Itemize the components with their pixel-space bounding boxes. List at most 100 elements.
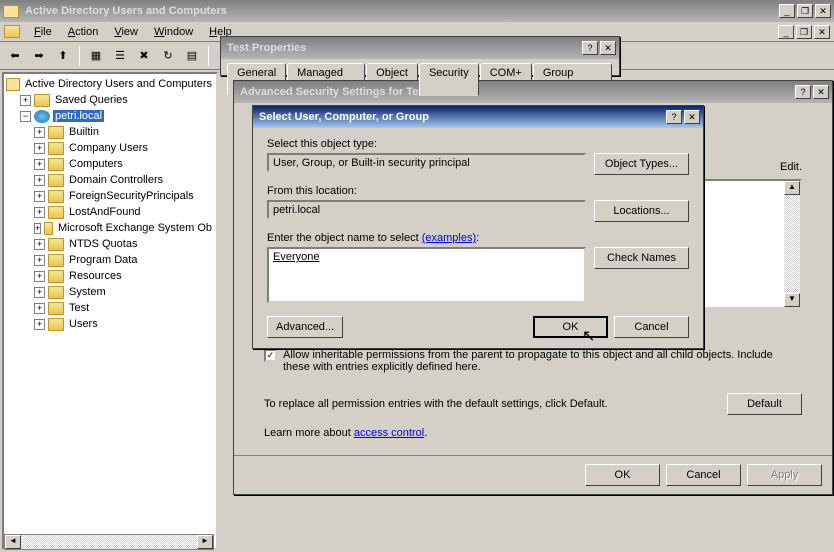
menu-window[interactable]: Window bbox=[146, 24, 201, 40]
select-ok-button[interactable]: OK bbox=[533, 316, 608, 338]
menu-view[interactable]: View bbox=[106, 24, 146, 40]
tree-toggle-icon[interactable]: + bbox=[34, 271, 45, 282]
mdi-restore-button[interactable]: ❐ bbox=[796, 25, 812, 39]
select-cancel-button[interactable]: Cancel bbox=[614, 316, 689, 338]
tree-item[interactable]: + Test bbox=[34, 300, 214, 316]
select-object-dialog: Select User, Computer, or Group ? ✕ Sele… bbox=[252, 105, 704, 349]
tree-toggle-icon[interactable]: + bbox=[34, 143, 45, 154]
tree-toggle-icon[interactable]: + bbox=[34, 223, 41, 234]
tree-item[interactable]: +Domain Controllers bbox=[34, 172, 214, 188]
menu-file[interactable]: File bbox=[26, 24, 60, 40]
tree-item[interactable]: + Resources bbox=[34, 268, 214, 284]
folder-icon bbox=[48, 286, 64, 299]
locations-button[interactable]: Locations... bbox=[594, 200, 689, 222]
tree-toggle-icon[interactable]: + bbox=[34, 207, 45, 218]
tree-hscrollbar[interactable]: ◄ ► bbox=[4, 534, 214, 550]
export-button[interactable]: ▤ bbox=[181, 45, 203, 67]
back-button[interactable]: ⬅ bbox=[4, 45, 26, 67]
tree-toggle-icon[interactable]: + bbox=[34, 127, 45, 138]
tree-root[interactable]: Active Directory Users and Computers bbox=[6, 76, 214, 92]
props-title: Test Properties bbox=[224, 42, 582, 54]
tree-toggle-icon[interactable]: + bbox=[34, 239, 45, 250]
tree-label: Resources bbox=[67, 270, 124, 282]
tree-label: Saved Queries bbox=[53, 94, 130, 106]
tree-label: ForeignSecurityPrincipals bbox=[67, 190, 196, 202]
tree-toggle-icon[interactable]: + bbox=[34, 255, 45, 266]
scroll-up-button[interactable]: ▲ bbox=[784, 181, 800, 195]
tree-item[interactable]: +Microsoft Exchange System Ob bbox=[34, 220, 214, 236]
check-names-button[interactable]: Check Names bbox=[594, 247, 689, 269]
select-close-button[interactable]: ✕ bbox=[684, 110, 700, 124]
tree-item[interactable]: +System bbox=[34, 284, 214, 300]
refresh-button[interactable]: ↻ bbox=[157, 45, 179, 67]
scroll-right-button[interactable]: ► bbox=[197, 535, 213, 549]
show-hide-button[interactable]: ▦ bbox=[85, 45, 107, 67]
adv-titlebar: Advanced Security Settings for Test ? ✕ bbox=[234, 81, 832, 103]
tree-item[interactable]: +Company Users bbox=[34, 140, 214, 156]
adv-close-button[interactable]: ✕ bbox=[813, 85, 829, 99]
adv-cancel-button[interactable]: Cancel bbox=[666, 464, 741, 486]
tree-toggle-icon[interactable]: − bbox=[20, 111, 31, 122]
inherit-checkbox-row[interactable]: ✓ Allow inheritable permissions from the… bbox=[264, 349, 802, 373]
folder-icon bbox=[48, 126, 64, 139]
scroll-track[interactable] bbox=[21, 535, 197, 549]
select-help-button[interactable]: ? bbox=[666, 110, 682, 124]
tree-toggle-icon[interactable]: + bbox=[34, 319, 45, 330]
minimize-button[interactable]: _ bbox=[779, 4, 795, 18]
access-control-link[interactable]: access control bbox=[354, 427, 424, 439]
tree-label: Program Data bbox=[67, 254, 139, 266]
listbox-scrollbar[interactable]: ▲ ▼ bbox=[784, 181, 800, 307]
maximize-button[interactable]: ❐ bbox=[797, 4, 813, 18]
menu-action[interactable]: Action bbox=[60, 24, 107, 40]
folder-icon bbox=[48, 238, 64, 251]
scroll-left-button[interactable]: ◄ bbox=[5, 535, 21, 549]
scroll-down-button[interactable]: ▼ bbox=[784, 293, 800, 307]
adv-help-button[interactable]: ? bbox=[795, 85, 811, 99]
tree-item[interactable]: + Computers bbox=[34, 156, 214, 172]
folder-icon bbox=[48, 174, 64, 187]
mdi-minimize-button[interactable]: _ bbox=[778, 25, 794, 39]
delete-button[interactable]: ✖ bbox=[133, 45, 155, 67]
tree-toggle-icon[interactable]: + bbox=[34, 159, 45, 170]
tree-label: petri.local bbox=[53, 110, 104, 122]
tree-label: Test bbox=[67, 302, 91, 314]
advanced-button[interactable]: Advanced... bbox=[267, 316, 343, 338]
properties-window: Test Properties ? ✕ GeneralManaged ByObj… bbox=[220, 36, 620, 76]
tree-pane[interactable]: Active Directory Users and Computers + Sa… bbox=[2, 72, 218, 550]
object-name-input[interactable] bbox=[267, 247, 586, 303]
examples-link[interactable]: (examples) bbox=[422, 232, 476, 244]
tab-security[interactable]: Security bbox=[419, 63, 479, 96]
app-icon bbox=[3, 5, 19, 18]
forward-button[interactable]: ➡ bbox=[28, 45, 50, 67]
menubar-icon bbox=[4, 25, 20, 38]
tree-item[interactable]: +Users bbox=[34, 316, 214, 332]
tree-item[interactable]: + ForeignSecurityPrincipals bbox=[34, 188, 214, 204]
tree-item[interactable]: +Builtin bbox=[34, 124, 214, 140]
close-button[interactable]: ✕ bbox=[815, 4, 831, 18]
tree-toggle-icon[interactable]: + bbox=[34, 175, 45, 186]
tree-item[interactable]: + Saved Queries bbox=[20, 92, 214, 108]
tree-item[interactable]: +LostAndFound bbox=[34, 204, 214, 220]
inherit-checkbox[interactable]: ✓ bbox=[264, 349, 277, 362]
folder-icon bbox=[34, 94, 50, 107]
tree-toggle-icon[interactable]: + bbox=[34, 287, 45, 298]
tree-toggle-icon[interactable]: + bbox=[34, 303, 45, 314]
folder-icon bbox=[48, 302, 64, 315]
mdi-close-button[interactable]: ✕ bbox=[814, 25, 830, 39]
object-types-button[interactable]: Object Types... bbox=[594, 153, 689, 175]
tree-toggle-icon[interactable]: + bbox=[20, 95, 31, 106]
folder-icon bbox=[48, 142, 64, 155]
props-close-button[interactable]: ✕ bbox=[600, 41, 616, 55]
tree-item[interactable]: +NTDS Quotas bbox=[34, 236, 214, 252]
tree-toggle-icon[interactable]: + bbox=[34, 191, 45, 202]
tree-label: Computers bbox=[67, 158, 125, 170]
properties-button[interactable]: ☰ bbox=[109, 45, 131, 67]
select-titlebar: Select User, Computer, or Group ? ✕ bbox=[253, 106, 703, 128]
adv-ok-button[interactable]: OK bbox=[585, 464, 660, 486]
adv-apply-button: Apply bbox=[747, 464, 822, 486]
tree-item[interactable]: + Program Data bbox=[34, 252, 214, 268]
props-help-button[interactable]: ? bbox=[582, 41, 598, 55]
default-button[interactable]: Default bbox=[727, 393, 802, 415]
up-button[interactable]: ⬆ bbox=[52, 45, 74, 67]
tree-item[interactable]: − petri.local bbox=[20, 108, 214, 124]
